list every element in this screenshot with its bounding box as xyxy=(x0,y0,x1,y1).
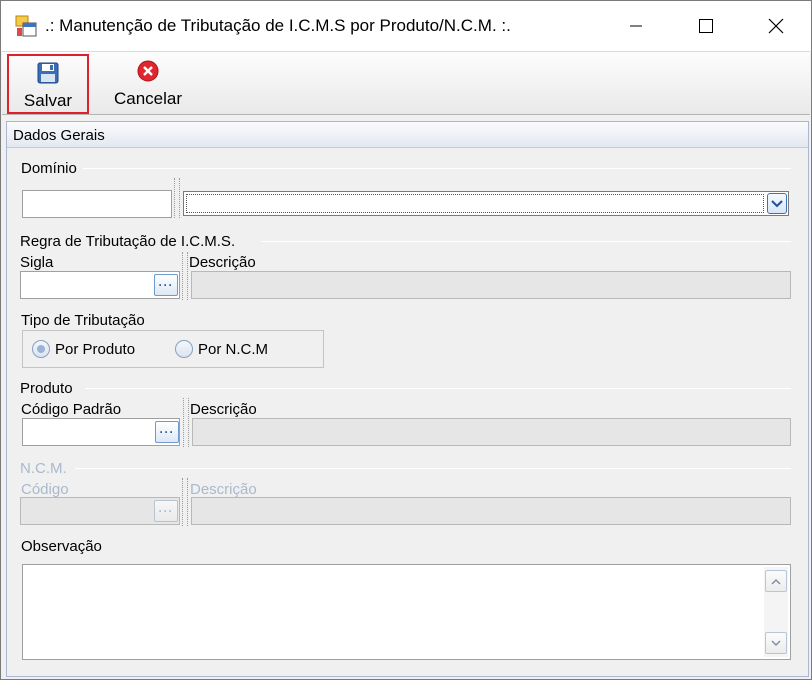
regra-splitter[interactable] xyxy=(182,252,188,300)
red-x-circle-icon xyxy=(137,60,159,82)
ellipsis-icon: ··· xyxy=(158,278,174,292)
produto-splitter[interactable] xyxy=(183,398,189,447)
close-icon xyxy=(768,18,784,34)
ellipsis-icon: ··· xyxy=(159,425,175,439)
produto-group-line xyxy=(85,388,791,389)
minimize-button[interactable] xyxy=(601,1,671,51)
dominio-group-label: Domínio xyxy=(21,160,77,177)
maximize-button[interactable] xyxy=(671,1,741,51)
ncm-descricao-label: Descrição xyxy=(190,481,257,498)
radio-circle xyxy=(175,340,193,358)
sigla-label: Sigla xyxy=(20,254,54,271)
dominio-group-line xyxy=(83,168,791,169)
scroll-down-button[interactable] xyxy=(765,632,787,654)
dominio-splitter[interactable] xyxy=(174,178,180,218)
ellipsis-icon: ··· xyxy=(158,504,174,518)
chevron-down-icon xyxy=(771,199,783,207)
produto-descricao-label: Descrição xyxy=(190,401,257,418)
panel-title: Dados Gerais xyxy=(13,127,105,144)
produto-group-label: Produto xyxy=(20,380,73,397)
regra-group-label: Regra de Tributação de I.C.M.S. xyxy=(20,233,236,250)
radio-por-produto[interactable]: Por Produto xyxy=(32,340,135,358)
dominio-select-focus xyxy=(186,194,764,213)
cancel-button-label: Cancelar xyxy=(113,89,183,108)
chevron-down-icon xyxy=(771,639,781,646)
title-bar[interactable]: .: Manutenção de Tributação de I.C.M.S p… xyxy=(1,1,811,51)
dados-gerais-panel: Dados Gerais Domínio Regra de Tributação… xyxy=(6,121,809,677)
radio-por-ncm[interactable]: Por N.C.M xyxy=(175,340,268,358)
tipo-group-label: Tipo de Tributação xyxy=(21,312,145,329)
ncm-group-line xyxy=(75,468,791,469)
close-button[interactable] xyxy=(741,1,811,51)
regra-group-line xyxy=(261,241,791,242)
floppy-disk-icon xyxy=(37,62,59,84)
window-title: .: Manutenção de Tributação de I.C.M.S p… xyxy=(45,16,511,35)
chevron-up-icon xyxy=(771,578,781,585)
dominio-dropdown-button[interactable] xyxy=(767,193,787,214)
observacao-scrollbar[interactable] xyxy=(764,567,788,657)
tipo-radio-group: Por Produto Por N.C.M xyxy=(22,330,324,368)
ncm-group-label: N.C.M. xyxy=(20,460,67,477)
save-button-label: Salvar xyxy=(23,91,73,110)
produto-descricao-field xyxy=(192,418,791,446)
save-button[interactable]: Salvar xyxy=(7,54,89,114)
ncm-descricao-field xyxy=(191,497,791,525)
dominio-code-input[interactable] xyxy=(22,190,172,218)
sigla-lookup-button[interactable]: ··· xyxy=(154,274,178,296)
dominio-select[interactable] xyxy=(183,191,789,216)
observacao-textarea[interactable] xyxy=(22,564,791,660)
cancel-button[interactable]: Cancelar xyxy=(108,54,188,114)
minimize-icon xyxy=(630,25,642,27)
regra-descricao-label: Descrição xyxy=(189,254,256,271)
panel-header: Dados Gerais xyxy=(7,122,808,148)
scroll-up-button[interactable] xyxy=(765,570,787,592)
radio-selected-dot xyxy=(37,345,45,353)
codigo-padrao-label: Código Padrão xyxy=(21,401,122,418)
radio-circle xyxy=(32,340,50,358)
radio-por-produto-label: Por Produto xyxy=(55,340,136,358)
radio-por-ncm-label: Por N.C.M xyxy=(198,340,269,358)
main-window: .: Manutenção de Tributação de I.C.M.S p… xyxy=(0,0,812,680)
toolbar: Salvar Cancelar xyxy=(2,51,810,115)
ncm-lookup-button: ··· xyxy=(154,500,178,522)
app-window-icon xyxy=(15,15,37,37)
regra-descricao-field xyxy=(191,271,791,299)
produto-lookup-button[interactable]: ··· xyxy=(155,421,179,443)
maximize-icon xyxy=(699,19,713,33)
ncm-codigo-label: Código xyxy=(21,481,69,498)
ncm-splitter[interactable] xyxy=(182,478,188,526)
observacao-label: Observação xyxy=(21,538,102,555)
